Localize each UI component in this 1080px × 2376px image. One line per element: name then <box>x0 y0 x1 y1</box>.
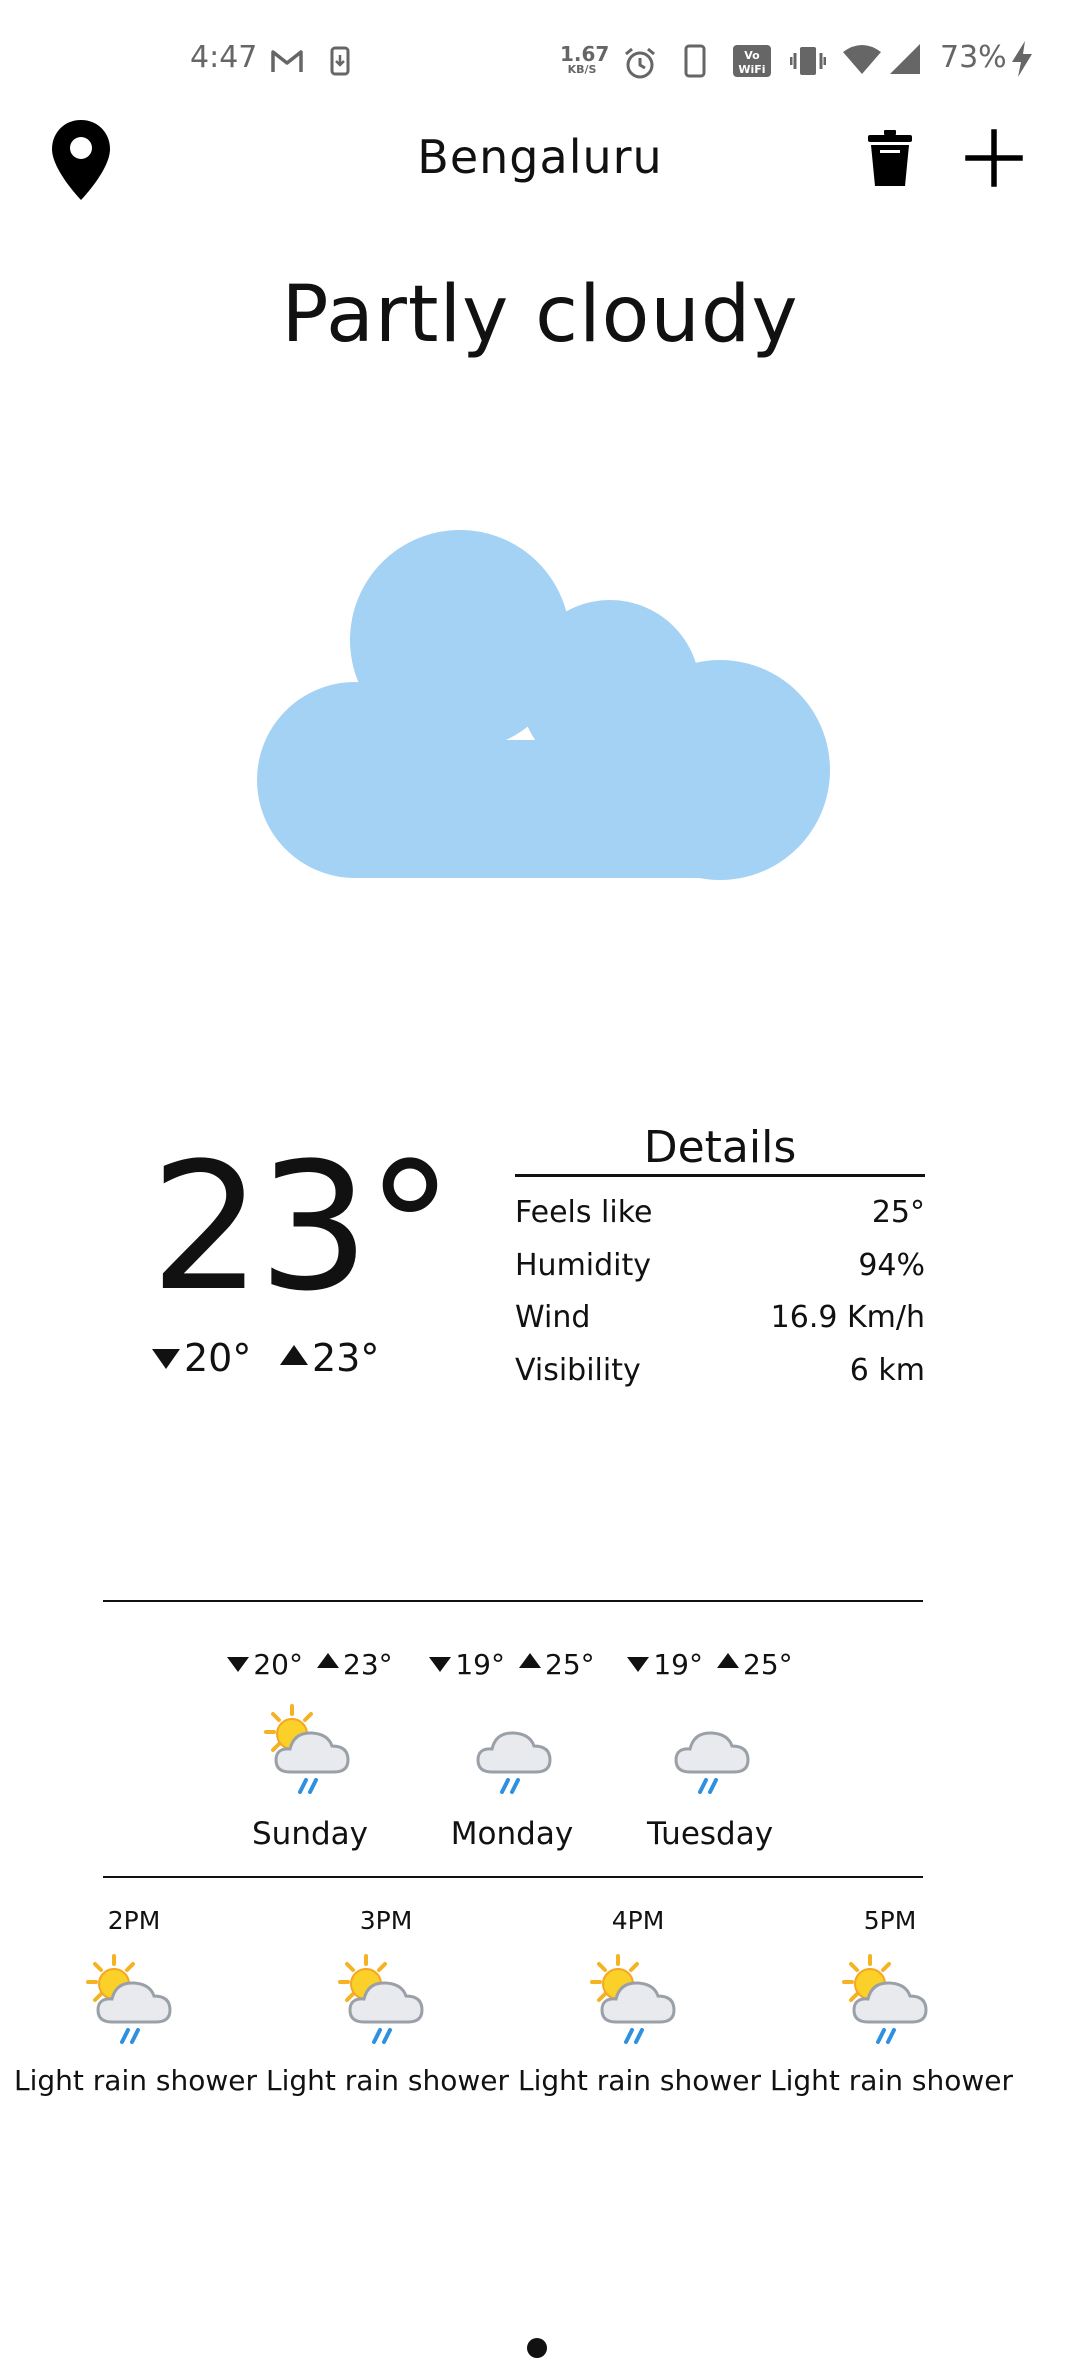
detail-label: Feels like <box>515 1195 653 1230</box>
detail-row-feels-like: Feels like 25° <box>515 1195 925 1245</box>
hour-description: Light rain shower <box>14 2064 257 2097</box>
sun-cloud-rain-icon <box>86 1954 172 2044</box>
daily-low-high: 19° 25° <box>412 1648 612 1681</box>
day-name: Sunday <box>252 1816 368 1852</box>
detail-value: 94% <box>858 1248 925 1283</box>
status-bar: 4:47 1.67 KB/S Vo WiFi 73% <box>0 0 1080 120</box>
svg-text:Vo: Vo <box>744 49 760 62</box>
today-low: 20° <box>152 1336 251 1380</box>
down-arrow-icon <box>627 1657 650 1672</box>
sun-cloud-rain-icon <box>338 1954 424 2044</box>
location-pin-icon[interactable] <box>50 118 112 202</box>
hour-description: Light rain shower <box>770 2064 1013 2097</box>
gmail-icon <box>271 50 303 72</box>
cloud-rain-icon <box>476 1731 552 1794</box>
today-high: 23° <box>280 1336 379 1380</box>
signal-icon <box>890 44 920 74</box>
wifi-icon <box>843 45 881 74</box>
hour-time: 5PM <box>863 1906 917 1935</box>
today-low-value: 20° <box>184 1336 252 1380</box>
day-name: Monday <box>450 1816 574 1852</box>
up-arrow-icon <box>717 1653 739 1668</box>
plus-icon[interactable] <box>964 128 1024 188</box>
detail-label: Humidity <box>515 1248 652 1283</box>
sun-cloud-rain-icon <box>590 1954 676 2044</box>
hour-description: Light rain shower <box>518 2064 761 2097</box>
detail-label: Wind <box>515 1300 591 1335</box>
down-arrow-icon <box>152 1349 180 1369</box>
daily-low-high: 20° 23° <box>210 1648 410 1681</box>
down-arrow-icon <box>227 1657 250 1672</box>
daily-high: 25° <box>743 1648 793 1681</box>
detail-row-wind: Wind 16.9 Km/h <box>515 1300 925 1350</box>
daily-low: 19° <box>455 1648 505 1681</box>
day-name: Tuesday <box>646 1816 774 1852</box>
network-speed: 1.67 KB/S <box>560 42 610 75</box>
detail-row-humidity: Humidity 94% <box>515 1248 925 1298</box>
vowifi-icon: Vo WiFi <box>733 45 771 77</box>
details-title: Details <box>643 1122 797 1173</box>
up-arrow-icon <box>519 1653 541 1668</box>
status-time: 4:47 <box>190 40 258 75</box>
hour-time: 3PM <box>359 1906 413 1935</box>
detail-value: 6 km <box>849 1353 925 1388</box>
cloud-icon <box>257 530 830 880</box>
vibrate-icon <box>790 47 826 75</box>
detail-row-visibility: Visibility 6 km <box>515 1353 925 1403</box>
daily-divider-top <box>103 1600 923 1602</box>
battery-percent: 73% <box>940 40 1007 75</box>
detail-value: 16.9 Km/h <box>770 1300 925 1335</box>
daily-high: 23° <box>343 1648 393 1681</box>
daily-divider-bottom <box>103 1876 923 1878</box>
sim-storage-icon <box>330 46 350 76</box>
detail-value: 25° <box>871 1195 925 1230</box>
up-arrow-icon <box>317 1653 339 1668</box>
charging-icon <box>1012 41 1032 77</box>
city-title: Bengaluru <box>417 130 663 184</box>
phone-icon <box>684 44 706 78</box>
network-speed-value: 1.67 <box>560 42 610 66</box>
daily-high: 25° <box>545 1648 595 1681</box>
alarm-icon <box>625 47 655 79</box>
hour-time: 4PM <box>611 1906 665 1935</box>
current-temperature: 23° <box>150 1125 454 1330</box>
today-high-value: 23° <box>312 1336 380 1380</box>
down-arrow-icon <box>429 1657 452 1672</box>
cloud-rain-icon <box>674 1731 750 1794</box>
details-divider <box>515 1174 925 1177</box>
up-arrow-icon <box>280 1345 308 1365</box>
detail-label: Visibility <box>515 1353 641 1388</box>
daily-low: 20° <box>253 1648 303 1681</box>
daily-low-high: 19° 25° <box>610 1648 810 1681</box>
page-indicator-dot[interactable] <box>527 2338 547 2358</box>
hour-description: Light rain shower <box>266 2064 509 2097</box>
sun-cloud-rain-icon <box>264 1704 350 1794</box>
sun-cloud-rain-icon <box>842 1954 928 2044</box>
trash-icon[interactable] <box>864 128 916 188</box>
daily-low: 19° <box>653 1648 703 1681</box>
condition-text: Partly cloudy <box>281 270 799 360</box>
hour-time: 2PM <box>107 1906 161 1935</box>
svg-text:WiFi: WiFi <box>738 63 765 76</box>
